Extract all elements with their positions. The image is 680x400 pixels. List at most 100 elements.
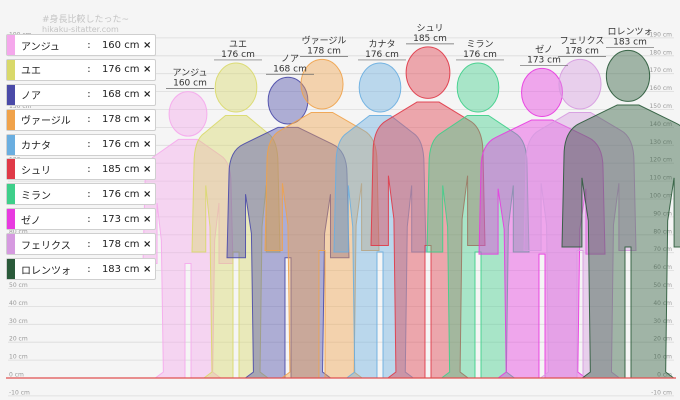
separator: :: [87, 114, 91, 126]
color-swatch: [7, 59, 15, 80]
figure-head: [405, 46, 451, 99]
separator: :: [87, 39, 91, 51]
separator: :: [87, 188, 91, 200]
figure-name-label: ヴァージル: [302, 34, 347, 46]
separator: :: [87, 213, 91, 225]
legend-name: ゼノ: [21, 215, 41, 227]
figure-height-label: 176 cm: [365, 50, 399, 60]
figure-head: [605, 49, 651, 102]
legend-name: ユエ: [21, 66, 41, 78]
legend-name: シュリ: [21, 165, 51, 177]
figure-head: [214, 62, 258, 113]
figure-height-label: 183 cm: [613, 37, 647, 47]
legend-name: フェリクス: [21, 240, 71, 252]
legend-item[interactable]: フェリクス:178 cm ×: [6, 233, 156, 256]
remove-icon[interactable]: ×: [139, 189, 155, 200]
legend-height: 178 cm: [101, 114, 140, 126]
y-tick-label: -10 cm: [651, 389, 672, 396]
figure-height-label: 160 cm: [173, 79, 207, 89]
color-swatch: [7, 209, 15, 230]
legend-height: 173 cm: [101, 213, 140, 225]
figure-height-label: 185 cm: [413, 34, 447, 44]
legend-height: 183 cm: [101, 263, 140, 275]
watermark-title: #身長比較したった~: [42, 13, 129, 25]
legend-item[interactable]: ロレンツォ:183 cm ×: [6, 258, 156, 281]
separator: :: [87, 89, 91, 101]
legend-height: 176 cm: [101, 64, 140, 76]
figure-name-label: アンジュ: [172, 69, 207, 79]
color-swatch: [7, 159, 15, 180]
figure-height-label: 173 cm: [527, 55, 561, 65]
figure-name-label: ユエ: [229, 40, 247, 50]
remove-icon[interactable]: ×: [139, 114, 155, 125]
figure-height-label: 176 cm: [221, 50, 255, 60]
legend-height: 178 cm: [101, 238, 140, 250]
remove-icon[interactable]: ×: [139, 64, 155, 75]
figure-head: [521, 67, 563, 118]
y-tick-label: 160 cm: [649, 85, 672, 92]
legend-height: 168 cm: [101, 89, 140, 101]
figures: [142, 46, 680, 379]
remove-icon[interactable]: ×: [139, 214, 155, 225]
y-tick-label: 190 cm: [649, 31, 672, 38]
color-swatch: [7, 84, 15, 105]
legend-name: ノア: [21, 91, 41, 103]
legend-item[interactable]: ヴァージル:178 cm ×: [6, 108, 156, 131]
legend-height: 176 cm: [101, 139, 140, 151]
remove-icon[interactable]: ×: [139, 139, 155, 150]
legend-height: 160 cm: [101, 39, 140, 51]
legend-item[interactable]: アンジュ:160 cm ×: [6, 34, 156, 56]
figure-name-label: ノア: [281, 54, 299, 64]
figure-name-label: ゼノ: [535, 43, 553, 55]
figure-head: [558, 58, 602, 110]
y-tick-label: 50 cm: [9, 282, 28, 289]
legend-item[interactable]: ゼノ:173 cm ×: [6, 208, 156, 231]
remove-icon[interactable]: ×: [139, 89, 155, 100]
legend-height: 176 cm: [101, 188, 140, 200]
legend-name: カナタ: [21, 141, 51, 153]
figure-head: [456, 62, 500, 113]
remove-icon[interactable]: ×: [139, 40, 155, 51]
remove-icon[interactable]: ×: [139, 264, 155, 275]
figure-name-label: カナタ: [368, 39, 395, 50]
y-tick-label: 170 cm: [649, 67, 672, 74]
y-tick-label: 180 cm: [649, 49, 672, 56]
character-legend: アンジュ:160 cm × ユエ:176 cm × ノア:168 cm × ヴァージル:17…: [6, 34, 156, 283]
figure-body: [561, 104, 680, 379]
y-tick-label: 20 cm: [9, 336, 28, 343]
color-swatch: [7, 35, 15, 55]
separator: :: [87, 139, 91, 151]
color-swatch: [7, 109, 15, 130]
legend-item[interactable]: ユエ:176 cm ×: [6, 58, 156, 81]
color-swatch: [7, 259, 15, 280]
remove-icon[interactable]: ×: [139, 239, 155, 250]
figure-head: [168, 91, 208, 137]
remove-icon[interactable]: ×: [139, 164, 155, 175]
figure-height-label: 168 cm: [273, 64, 307, 74]
legend-item[interactable]: ノア:168 cm ×: [6, 83, 156, 106]
color-swatch: [7, 184, 15, 205]
legend-item[interactable]: ミラン:176 cm ×: [6, 183, 156, 206]
y-tick-label: -10 cm: [9, 389, 30, 396]
figure-head: [358, 62, 402, 113]
color-swatch: [7, 134, 15, 155]
legend-name: ミラン: [21, 190, 51, 202]
legend-item[interactable]: カナタ:176 cm ×: [6, 133, 156, 156]
legend-height: 185 cm: [101, 163, 140, 175]
figure-name-label: フェリクス: [560, 35, 605, 46]
y-tick-label: 40 cm: [9, 300, 28, 307]
legend-name: アンジュ: [21, 41, 60, 53]
legend-item[interactable]: シュリ:185 cm ×: [6, 158, 156, 181]
figure-name-label: シュリ: [416, 24, 443, 34]
separator: :: [87, 238, 91, 250]
legend-name: ロレンツォ: [21, 265, 71, 277]
y-tick-label: 150 cm: [649, 103, 672, 110]
figure-name-label: ロレンツォ: [607, 27, 652, 37]
separator: :: [87, 64, 91, 76]
figure-name-label: ミラン: [466, 39, 493, 50]
figure-head: [300, 58, 344, 110]
figure-height-label: 176 cm: [463, 50, 497, 60]
watermark-url: hikaku-sitatter.com: [42, 25, 119, 34]
figure-height-label: 178 cm: [565, 46, 599, 56]
y-tick-label: 30 cm: [9, 318, 28, 325]
